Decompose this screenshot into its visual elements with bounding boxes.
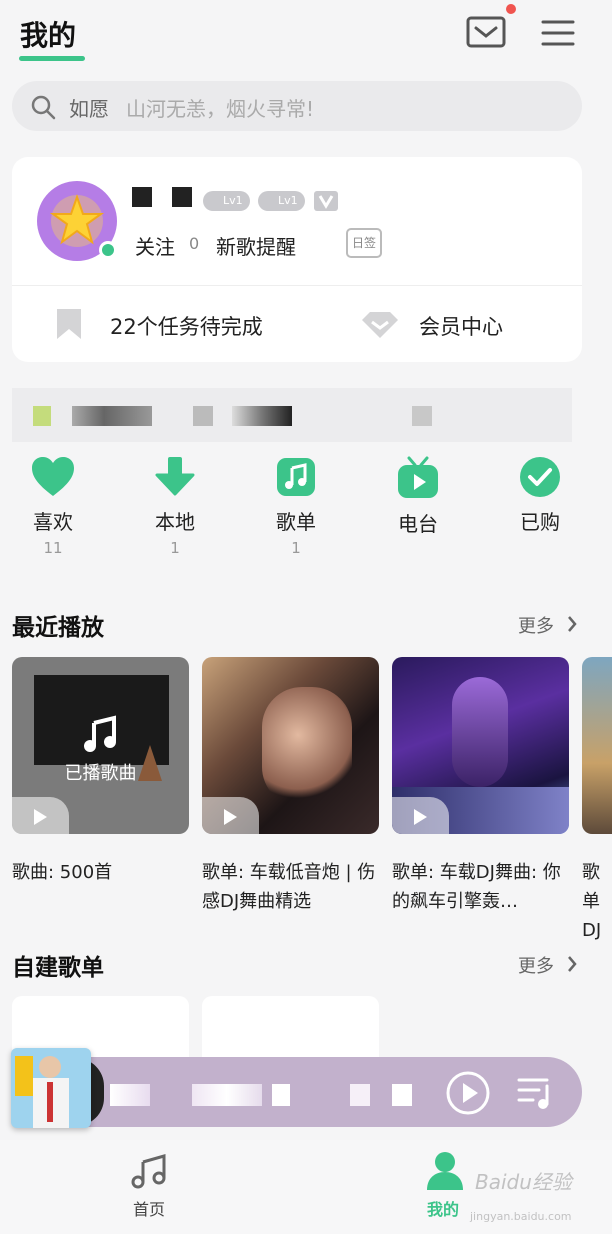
play-pause-icon[interactable]: [445, 1070, 491, 1120]
track-title-redacted: [110, 1084, 150, 1106]
banner-blur: [232, 406, 292, 426]
tile-caption: 歌单: 车载低音炮 | 伤感DJ舞曲精选: [202, 862, 376, 912]
bookmark-icon: [55, 309, 83, 339]
quick-action-label: 电台: [398, 512, 438, 536]
username-redacted: [172, 187, 192, 207]
banner-blur: [193, 406, 213, 426]
my-playlists-title: 自建歌单: [12, 955, 104, 981]
quick-action-radio[interactable]: 电台: [376, 456, 460, 541]
watermark: Baidu经验: [475, 1170, 572, 1194]
playlist-queue-icon[interactable]: [517, 1076, 555, 1114]
check-circle-icon: [520, 457, 560, 497]
nav-mine-icon[interactable]: [425, 1150, 465, 1194]
quick-action-count: 11: [43, 539, 63, 557]
daily-signin-button[interactable]: 日签: [346, 228, 382, 258]
listen-level-badge[interactable]: Lv1: [258, 191, 305, 211]
nav-home-label[interactable]: 首页: [133, 1196, 165, 1220]
recent-section-title: 最近播放: [12, 615, 104, 641]
page-title: 我的: [20, 19, 77, 52]
follow-label[interactable]: 关注: [135, 231, 175, 260]
my-playlists-more-link[interactable]: 更多: [518, 952, 554, 978]
level-badge[interactable]: Lv1: [203, 191, 250, 211]
quick-action-label: 歌单: [276, 510, 316, 534]
mail-icon[interactable]: [466, 16, 506, 48]
track-title-redacted: [392, 1084, 412, 1106]
now-playing-cover[interactable]: [11, 1048, 91, 1128]
nav-mine-label[interactable]: 我的: [427, 1196, 459, 1220]
quick-action-label: 喜欢: [33, 510, 73, 534]
vip-badge[interactable]: [314, 191, 338, 211]
tile-caption: 歌单: 车载DJ舞曲: 你的飙车引擎轰…: [392, 862, 561, 912]
tile-overlay-label: 已播歌曲: [64, 763, 137, 784]
follow-count: 0: [189, 234, 200, 253]
chevron-right-icon[interactable]: [566, 954, 578, 978]
play-button[interactable]: [12, 797, 69, 834]
online-status-dot: [102, 244, 114, 256]
quick-action-like[interactable]: 喜欢 11: [11, 456, 95, 557]
banner-blur: [72, 406, 152, 426]
tasks-link[interactable]: 22个任务待完成: [110, 311, 263, 341]
quick-action-count: 1: [291, 539, 301, 557]
chevron-right-icon[interactable]: [566, 614, 578, 638]
track-title-redacted: [272, 1084, 290, 1106]
track-title-redacted: [192, 1084, 262, 1106]
recent-tile-playlist-2[interactable]: [392, 657, 569, 834]
new-song-alert[interactable]: 新歌提醒: [216, 231, 296, 260]
quick-action-count: 1: [170, 539, 180, 557]
music-note-icon: [277, 458, 315, 496]
heart-icon: [32, 457, 74, 496]
recent-tile-playlist-1[interactable]: [202, 657, 379, 834]
banner-blur: [412, 406, 432, 426]
music-note-icon: [84, 715, 116, 752]
recent-tile-played-songs[interactable]: 已播歌曲: [12, 657, 189, 834]
watermark-url: jingyan.baidu.com: [470, 1210, 572, 1223]
play-button[interactable]: [392, 797, 449, 834]
banner-blur: [33, 406, 51, 426]
download-icon: [155, 457, 195, 496]
nav-home-icon[interactable]: [130, 1152, 168, 1194]
tile-caption: 歌单 DJ: [582, 862, 602, 941]
quick-action-label: 已购: [520, 510, 560, 534]
play-button[interactable]: [202, 797, 259, 834]
recent-more-link[interactable]: 更多: [518, 612, 554, 638]
radio-tv-icon: [398, 456, 438, 498]
recent-tile-playlist-3[interactable]: [582, 657, 612, 834]
quick-action-purchased[interactable]: 已购: [498, 456, 582, 539]
tile-caption: 歌曲: 500首: [12, 862, 113, 883]
menu-icon[interactable]: [540, 18, 576, 48]
search-icon: [30, 94, 56, 120]
username-redacted: [132, 187, 152, 207]
card-divider: [12, 285, 582, 286]
notification-dot: [506, 4, 516, 14]
title-underline: [19, 56, 85, 61]
search-placeholder: 山河无恙，烟火寻常!: [126, 97, 315, 121]
diamond-icon: [360, 310, 400, 340]
quick-action-local[interactable]: 本地 1: [133, 456, 217, 557]
quick-action-playlist[interactable]: 歌单 1: [254, 456, 338, 557]
search-keyword: 如愿: [69, 97, 109, 121]
quick-action-label: 本地: [155, 510, 195, 534]
track-title-redacted: [350, 1084, 370, 1106]
vip-center-link[interactable]: 会员中心: [419, 311, 503, 341]
